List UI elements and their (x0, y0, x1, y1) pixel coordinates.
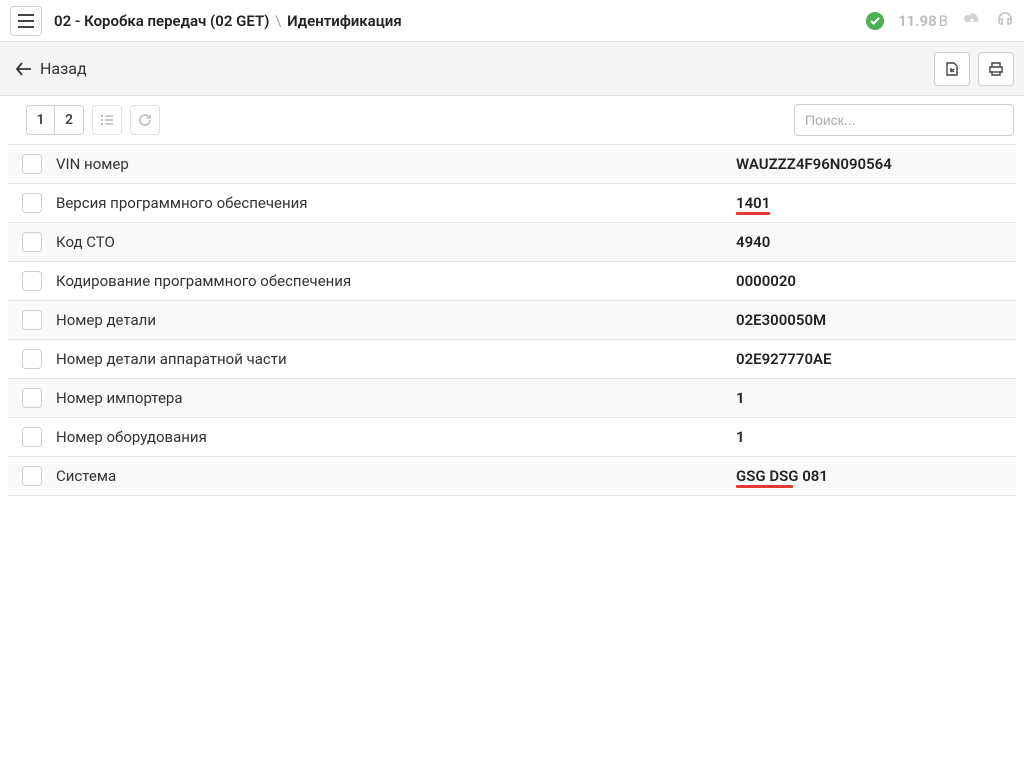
row-value: 1401 (736, 194, 770, 212)
table-row: Номер импортера 1 (8, 379, 1016, 418)
menu-button[interactable] (10, 6, 42, 36)
print-button[interactable] (978, 52, 1014, 86)
page-tabs: 1 2 (26, 105, 84, 135)
table-row: Код СТО 4940 (8, 223, 1016, 262)
status-ok-icon (866, 12, 884, 30)
header-bar: 02 - Коробка передач (02 GET) \ Идентифи… (0, 0, 1024, 42)
list-view-button[interactable] (92, 105, 122, 135)
search-input[interactable] (794, 104, 1014, 136)
back-label: Назад (40, 59, 87, 78)
row-value: 02E300050M (736, 311, 826, 329)
row-value: 0000020 (736, 272, 796, 290)
row-label: Номер детали (56, 311, 736, 329)
highlighted-value: 1401 (736, 194, 770, 212)
row-label: Номер оборудования (56, 428, 736, 446)
row-checkbox[interactable] (22, 193, 42, 213)
row-value: GSG DSG 081 (736, 467, 828, 485)
export-button[interactable] (934, 52, 970, 86)
table-row: Номер детали 02E300050M (8, 301, 1016, 340)
toolbar: Назад (0, 42, 1024, 96)
breadcrumb-main: 02 - Коробка передач (02 GET) (54, 12, 269, 30)
row-label: Номер импортера (56, 389, 736, 407)
row-checkbox[interactable] (22, 466, 42, 486)
row-label: Код СТО (56, 233, 736, 251)
row-checkbox[interactable] (22, 388, 42, 408)
table-row: Система GSG DSG 081 (8, 457, 1016, 496)
row-checkbox[interactable] (22, 349, 42, 369)
row-value: 4940 (736, 233, 770, 251)
row-label: Кодирование программного обеспечения (56, 272, 736, 290)
header-status-group: 11.98В (866, 10, 1014, 32)
voltage-unit: В (939, 12, 948, 30)
cloud-icon[interactable] (962, 11, 982, 31)
row-checkbox[interactable] (22, 310, 42, 330)
table-row: Версия программного обеспечения 1401 (8, 184, 1016, 223)
row-value: WAUZZZ4F96N090564 (736, 155, 892, 173)
arrow-left-icon (16, 62, 32, 76)
table-row: VIN номер WAUZZZ4F96N090564 (8, 145, 1016, 184)
row-value: 1 (736, 389, 745, 407)
table-row: Номер оборудования 1 (8, 418, 1016, 457)
search-container (794, 104, 1014, 136)
hamburger-icon (18, 14, 34, 28)
table-row: Номер детали аппаратной части 02E927770A… (8, 340, 1016, 379)
back-button[interactable]: Назад (10, 55, 93, 82)
list-icon (100, 114, 114, 126)
data-table: VIN номер WAUZZZ4F96N090564 Версия прогр… (8, 144, 1016, 496)
breadcrumb-separator: \ (275, 12, 281, 30)
support-icon[interactable] (996, 10, 1014, 32)
voltage-value: 11.98 (898, 12, 937, 30)
refresh-icon (138, 113, 152, 127)
row-checkbox[interactable] (22, 427, 42, 447)
tab-2[interactable]: 2 (55, 106, 83, 134)
refresh-button[interactable] (130, 105, 160, 135)
breadcrumb-current: Идентификация (287, 12, 402, 30)
row-value: 1 (736, 428, 745, 446)
export-icon (944, 61, 960, 77)
row-label: VIN номер (56, 155, 736, 173)
row-label: Версия программного обеспечения (56, 194, 736, 212)
print-icon (988, 61, 1004, 77)
controls-row: 1 2 (0, 96, 1024, 144)
voltage-display: 11.98В (898, 12, 948, 30)
row-value: 02E927770AE (736, 350, 832, 368)
breadcrumb: 02 - Коробка передач (02 GET) \ Идентифи… (54, 12, 866, 30)
highlighted-value: GSG DSG 081 (736, 467, 828, 485)
row-label: Номер детали аппаратной части (56, 350, 736, 368)
tab-1[interactable]: 1 (27, 106, 55, 134)
row-checkbox[interactable] (22, 271, 42, 291)
row-label: Система (56, 467, 736, 485)
row-checkbox[interactable] (22, 154, 42, 174)
table-row: Кодирование программного обеспечения 000… (8, 262, 1016, 301)
toolbar-actions (934, 52, 1014, 86)
row-checkbox[interactable] (22, 232, 42, 252)
